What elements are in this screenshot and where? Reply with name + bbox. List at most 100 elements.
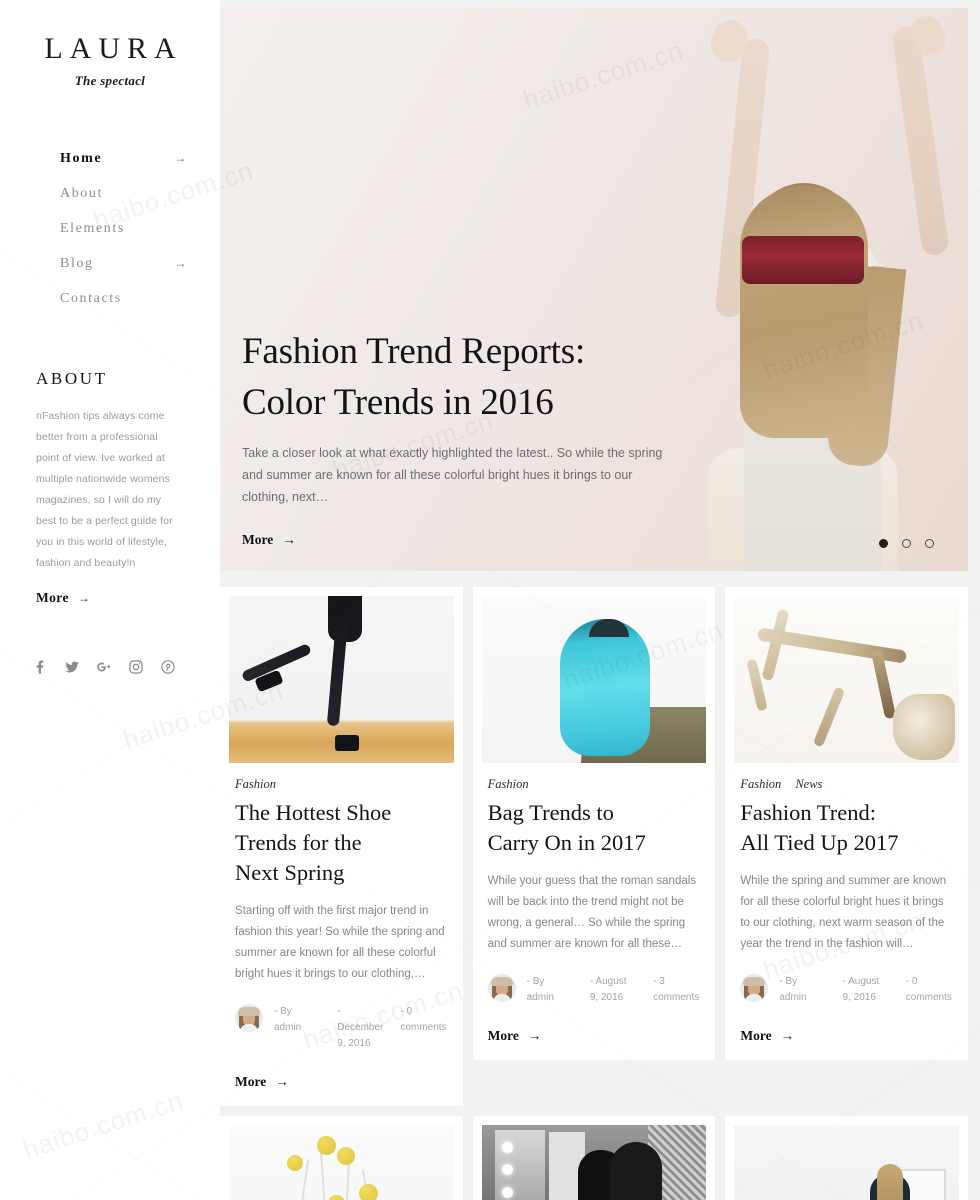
social-links bbox=[0, 659, 220, 675]
post-body: Fashion News Fashion Trend: All Tied Up … bbox=[734, 763, 959, 1060]
sidebar-item-blog[interactable]: Blog → bbox=[60, 246, 200, 281]
about-widget: ABOUT nFashion tips always come better f… bbox=[0, 369, 220, 607]
post-more-label: More bbox=[235, 1074, 267, 1089]
post-more-link[interactable]: More → bbox=[740, 1028, 794, 1060]
post-more-link[interactable]: More → bbox=[488, 1028, 542, 1060]
sidebar: LAURA The spectacl Home → About Elements… bbox=[0, 0, 220, 1200]
post-meta: - By admin - August 9, 2016 - 3 comments bbox=[487, 974, 701, 1006]
chevron-right-icon: → bbox=[174, 256, 188, 270]
post-card[interactable] bbox=[472, 1116, 716, 1200]
post-meta: - By admin - December 9, 2016 - 0 commen… bbox=[235, 1004, 448, 1052]
post-card[interactable] bbox=[220, 1116, 463, 1200]
post-excerpt: Starting off with the first major trend … bbox=[235, 905, 445, 980]
nav-label: Contacts bbox=[60, 290, 122, 306]
hero-more-link[interactable]: More → bbox=[242, 532, 296, 548]
about-text: nFashion tips always come better from a … bbox=[36, 410, 173, 569]
post-more-label: More bbox=[740, 1028, 772, 1043]
avatar bbox=[487, 974, 516, 1002]
page-root: LAURA The spectacl Home → About Elements… bbox=[0, 0, 980, 1200]
salon-mirror-bw-photo[interactable] bbox=[481, 1125, 707, 1200]
slider-dot-2[interactable] bbox=[902, 539, 911, 548]
post-card[interactable] bbox=[725, 1116, 968, 1200]
nav-label: Elements bbox=[60, 220, 125, 236]
arrow-right-icon: → bbox=[780, 1028, 795, 1043]
arrow-right-icon: → bbox=[527, 1028, 542, 1043]
category-link[interactable]: Fashion bbox=[488, 777, 529, 792]
title-line: The Hottest Shoe bbox=[235, 800, 392, 825]
slider-dot-1[interactable] bbox=[879, 539, 888, 548]
title-line: Carry On in 2017 bbox=[487, 830, 646, 855]
sidebar-item-elements[interactable]: Elements bbox=[60, 211, 200, 246]
post-comments: - 0 comments bbox=[400, 1006, 447, 1033]
post-author: - By admin bbox=[274, 1006, 302, 1033]
yellow-billy-buttons-photo[interactable] bbox=[229, 1125, 454, 1200]
post-author: - By admin bbox=[526, 976, 554, 1003]
headband-accent bbox=[742, 236, 864, 284]
pinterest-icon[interactable] bbox=[160, 659, 176, 675]
avatar bbox=[740, 974, 769, 1002]
hero-description: Take a closer look at what exactly highl… bbox=[242, 446, 663, 504]
turquoise-hair-photo[interactable] bbox=[481, 596, 707, 763]
sidebar-item-about[interactable]: About bbox=[60, 176, 200, 211]
main-content: Fashion Trend Reports: Color Trends in 2… bbox=[220, 0, 980, 1200]
post-comments: - 0 comments bbox=[905, 976, 952, 1003]
post-card[interactable]: Fashion Bag Trends to Carry On in 2017 W… bbox=[472, 587, 716, 1060]
hero-title: Fashion Trend Reports: Color Trends in 2… bbox=[242, 326, 946, 428]
google-plus-icon[interactable] bbox=[96, 659, 112, 675]
chevron-right-icon: → bbox=[174, 151, 188, 165]
post-categories: Fashion News bbox=[740, 777, 953, 792]
brand-title: LAURA bbox=[44, 32, 183, 65]
antlers-photo[interactable] bbox=[734, 596, 959, 763]
post-comments: - 3 comments bbox=[653, 976, 700, 1003]
post-date: - August 9, 2016 bbox=[842, 976, 880, 1003]
slider-pagination bbox=[879, 539, 934, 548]
arrow-right-icon: → bbox=[77, 590, 91, 605]
post-more-label: More bbox=[487, 1028, 519, 1043]
hero-slider[interactable]: Fashion Trend Reports: Color Trends in 2… bbox=[220, 8, 968, 571]
title-line: Next Spring bbox=[235, 860, 345, 885]
title-line: Trends for the bbox=[235, 830, 362, 855]
post-date: - August 9, 2016 bbox=[589, 976, 627, 1003]
post-grid: Fashion The Hottest Shoe Trends for the … bbox=[220, 587, 968, 1106]
post-title[interactable]: Bag Trends to Carry On in 2017 bbox=[488, 798, 701, 858]
post-meta: - By admin - August 9, 2016 - 0 comments bbox=[740, 974, 953, 1006]
sidebar-item-home[interactable]: Home → bbox=[60, 141, 200, 176]
post-date: - December 9, 2016 bbox=[337, 1006, 384, 1049]
category-link[interactable]: Fashion bbox=[740, 777, 781, 792]
post-card[interactable]: Fashion The Hottest Shoe Trends for the … bbox=[220, 587, 463, 1106]
post-categories: Fashion bbox=[488, 777, 701, 792]
post-body: Fashion The Hottest Shoe Trends for the … bbox=[229, 763, 454, 1106]
about-more-label: More bbox=[36, 590, 69, 605]
about-title: ABOUT bbox=[36, 369, 108, 388]
post-author: - By admin bbox=[779, 976, 807, 1003]
facebook-icon[interactable] bbox=[32, 659, 48, 675]
post-card[interactable]: Fashion News Fashion Trend: All Tied Up … bbox=[725, 587, 968, 1060]
brand[interactable]: LAURA The spectacl bbox=[0, 0, 220, 89]
post-grid-row-2 bbox=[220, 1116, 968, 1200]
nav-label: About bbox=[60, 185, 103, 201]
about-more-link[interactable]: More → bbox=[36, 590, 90, 606]
sidebar-item-contacts[interactable]: Contacts bbox=[60, 281, 200, 316]
brand-subtitle: The spectacl bbox=[74, 73, 146, 88]
hero-overlay: Fashion Trend Reports: Color Trends in 2… bbox=[220, 326, 968, 571]
twitter-icon[interactable] bbox=[64, 659, 80, 675]
post-excerpt: While the spring and summer are known fo… bbox=[740, 875, 947, 950]
slider-dot-3[interactable] bbox=[925, 539, 934, 548]
category-link[interactable]: Fashion bbox=[235, 777, 276, 792]
post-categories: Fashion bbox=[235, 777, 448, 792]
post-excerpt: While your guess that the roman sandals … bbox=[487, 875, 697, 950]
post-more-link[interactable]: More → bbox=[235, 1074, 289, 1106]
category-link[interactable]: News bbox=[795, 777, 822, 792]
title-line: Bag Trends to bbox=[487, 800, 614, 825]
instagram-icon[interactable] bbox=[128, 659, 144, 675]
hero-title-line-2: Color Trends in 2016 bbox=[242, 382, 554, 423]
girl-white-room-photo[interactable] bbox=[734, 1125, 959, 1200]
title-line: All Tied Up 2017 bbox=[740, 830, 899, 855]
avatar bbox=[235, 1004, 263, 1032]
arrow-right-icon: → bbox=[275, 1074, 289, 1089]
legs-heels-photo[interactable] bbox=[229, 596, 454, 763]
arrow-right-icon: → bbox=[282, 532, 296, 547]
post-title[interactable]: Fashion Trend: All Tied Up 2017 bbox=[740, 798, 953, 858]
post-title[interactable]: The Hottest Shoe Trends for the Next Spr… bbox=[235, 798, 448, 888]
nav-label: Home bbox=[60, 150, 103, 166]
